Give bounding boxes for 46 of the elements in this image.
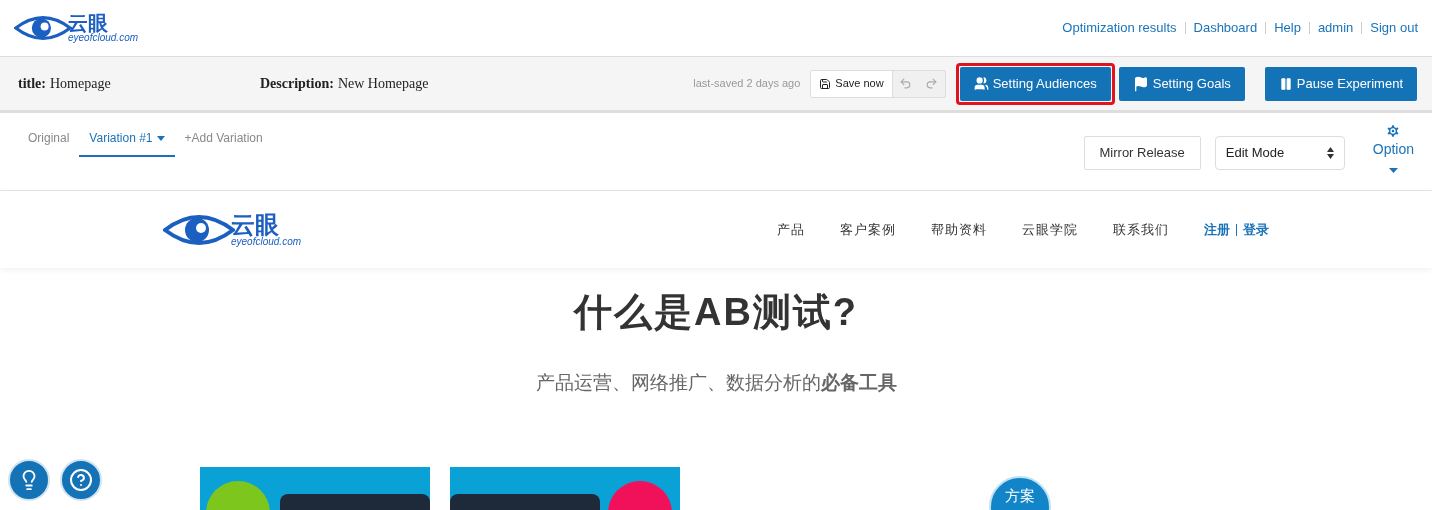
tips-button[interactable] <box>8 459 50 501</box>
header-link[interactable]: Help <box>1274 18 1301 38</box>
logo-name: 云眼 <box>68 13 108 33</box>
save-button[interactable]: Save now <box>811 70 893 97</box>
variation-tab[interactable]: +Add Variation <box>174 121 273 157</box>
site-nav-link[interactable]: 帮助资料 <box>931 219 987 240</box>
page-heading: 什么是AB测试? <box>573 290 859 335</box>
site-nav-link[interactable]: 云眼学院 <box>1022 219 1078 240</box>
help-button[interactable] <box>60 459 102 501</box>
variation-tab[interactable]: Variation #1 <box>79 121 175 157</box>
logo-domain: eyeofcloud.com <box>231 236 302 247</box>
redo-icon <box>925 77 939 90</box>
option-button[interactable]: Option <box>1372 123 1414 173</box>
mirror-release-button[interactable]: Mirror Release <box>1083 136 1201 170</box>
site-nav-link[interactable]: 联系我们 <box>1113 219 1169 240</box>
title-value: Homepage <box>50 75 112 93</box>
action-button[interactable]: Setting Audiences <box>959 66 1111 101</box>
gear-icon <box>1385 123 1402 139</box>
header-link[interactable]: Dashboard <box>1193 18 1258 38</box>
site-nav-link[interactable]: 产品 <box>777 219 805 240</box>
login-link[interactable]: 登录 <box>1243 219 1269 240</box>
sort-arrows-icon <box>1326 147 1334 159</box>
caret-icon <box>1388 168 1398 173</box>
variation-tab[interactable]: Original <box>18 121 80 157</box>
logo-domain: eyeofcloud.com <box>68 33 139 43</box>
floppy-icon <box>819 77 832 90</box>
logo-name: 云眼 <box>231 212 280 237</box>
pause-icon <box>1278 76 1293 91</box>
mode-select[interactable]: Edit Mode <box>1214 136 1345 170</box>
description-value: New Homepage <box>337 75 429 93</box>
title-label: title: <box>18 75 46 93</box>
header-link[interactable]: admin <box>1317 18 1354 38</box>
action-button[interactable]: Pause Experiment <box>1264 66 1417 101</box>
plan-bubble: 方案 <box>989 476 1051 510</box>
description-label: Description: <box>260 75 334 93</box>
site-nav-link[interactable]: 客户案例 <box>840 219 896 240</box>
flag-icon <box>1132 75 1149 92</box>
help-icon <box>69 468 93 492</box>
header-link[interactable]: Optimization results <box>1062 18 1177 38</box>
page-subtitle: 产品运营、网络推广、数据分析的必备工具 <box>535 371 897 395</box>
header-link[interactable]: Sign out <box>1370 18 1418 38</box>
users-icon <box>973 76 989 91</box>
action-button[interactable]: Setting Goals <box>1118 66 1245 101</box>
last-saved-text: last-saved 2 days ago <box>693 76 801 92</box>
register-link[interactable]: 注册 <box>1204 219 1230 240</box>
undo-icon <box>899 77 913 90</box>
